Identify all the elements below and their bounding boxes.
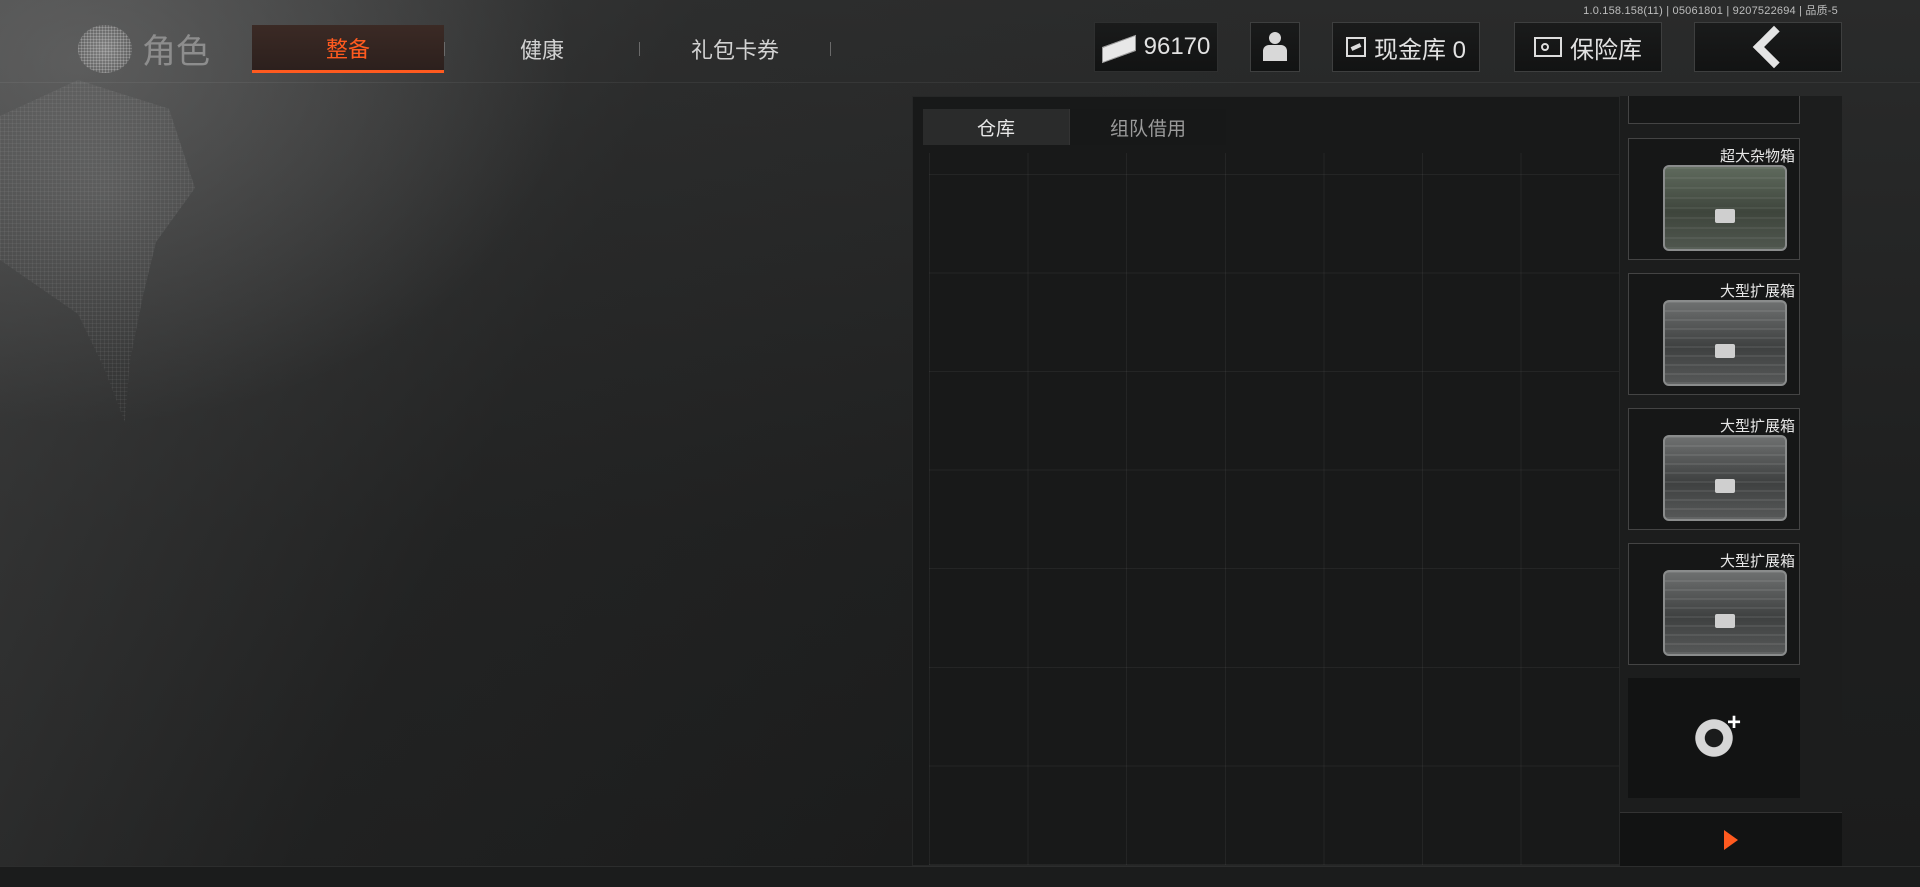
container-slot[interactable]: 大型扩展箱 [1628,543,1800,665]
vault-button[interactable]: 保险库 [1514,22,1662,72]
container-name: 大型扩展箱 [1719,553,1795,570]
back-chevron-icon [1752,25,1796,69]
gear-plus-icon [1693,709,1741,759]
container-name: 大型扩展箱 [1719,283,1795,300]
next-page-button[interactable] [1620,812,1842,867]
tab-gift-vouchers[interactable]: 礼包卡券 [640,25,830,73]
container-name: 大型扩展箱 [1719,418,1795,435]
agent-icon [1261,32,1289,62]
arrow-right-icon [1724,830,1738,850]
crate-icon [1663,570,1787,656]
add-container-button[interactable] [1628,678,1800,798]
top-bar: 角色 整备 健康 礼包卡券 96170 现金库 0 保险库 [0,12,1920,83]
vault-label: 保险库 [1570,36,1642,64]
character-icon [78,24,132,73]
main-tabs: 整备 健康 礼包卡券 [252,25,831,73]
tab-team-borrow[interactable]: 组队借用 [1069,109,1226,145]
cash-vault-button[interactable]: 现金库 0 [1332,22,1480,72]
crate-icon [1663,435,1787,521]
back-button[interactable] [1694,22,1842,72]
container-name: 超大杂物箱 [1719,148,1795,165]
tab-warehouse[interactable]: 仓库 [923,109,1069,145]
container-slot-partial[interactable] [1628,96,1800,124]
crate-icon [1663,165,1787,251]
cash-box-icon [1345,37,1366,57]
money-display[interactable]: 96170 [1094,22,1218,72]
bottom-bar [0,866,1920,887]
cash-vault-label: 现金库 0 [1373,36,1466,64]
container-sidebar: 超大杂物箱 大型扩展箱 大型扩展箱 大型扩展箱 [1620,96,1842,867]
money-icon [1102,37,1136,57]
tab-divider [830,42,831,56]
container-slot[interactable]: 大型扩展箱 [1628,273,1800,395]
container-slot[interactable]: 超大杂物箱 [1628,138,1800,260]
warehouse-tabs: 仓库 组队借用 [923,109,1226,145]
container-slot[interactable]: 大型扩展箱 [1628,408,1800,530]
role-label: 角色 [142,33,210,71]
tab-prepare[interactable]: 整备 [252,25,444,73]
tab-health[interactable]: 健康 [445,25,639,73]
money-value: 96170 [1143,33,1211,60]
role-section[interactable]: 角色 [78,24,210,73]
crate-icon [1663,300,1787,386]
agent-button[interactable] [1250,22,1300,72]
warehouse-panel: 仓库 组队借用 [912,96,1620,866]
warehouse-grid[interactable] [929,153,1619,865]
vault-icon [1534,37,1562,57]
